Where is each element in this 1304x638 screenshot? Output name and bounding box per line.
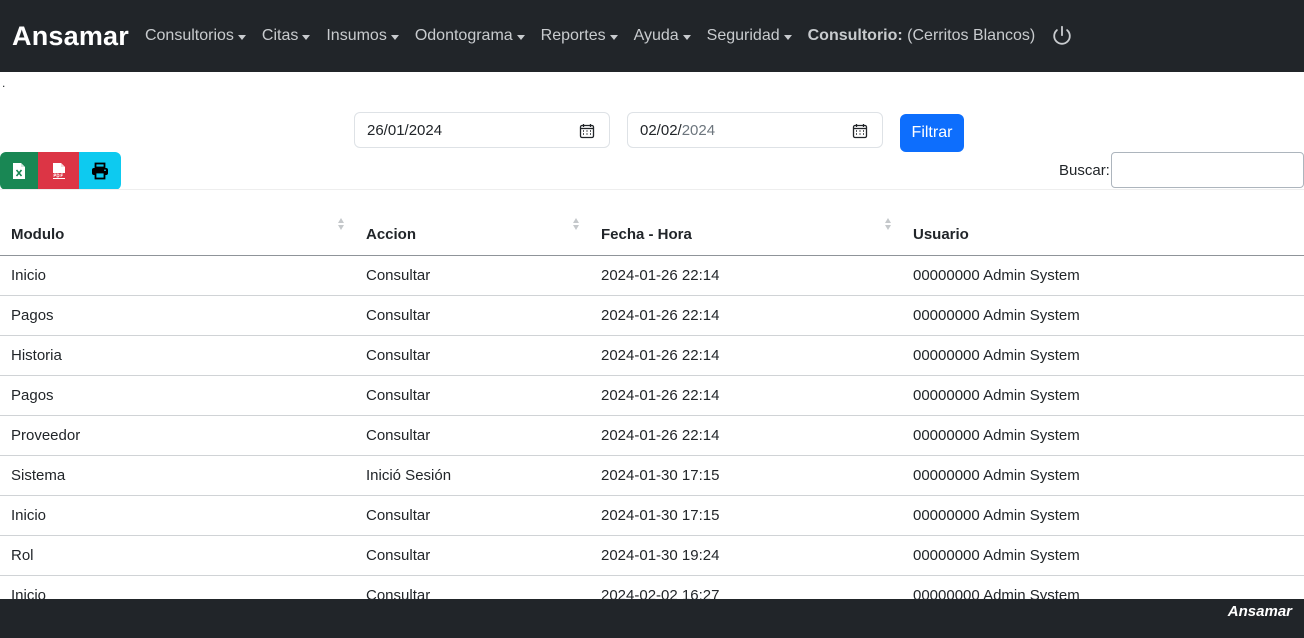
cell-fecha-hora: 2024-01-26 22:14	[601, 347, 720, 364]
calendar-icon[interactable]	[852, 123, 868, 139]
cell-modulo: Pagos	[11, 307, 54, 324]
cell-fecha-hora: 2024-01-26 22:14	[601, 427, 720, 444]
table-row: Pagos Consultar 2024-01-26 22:14 0000000…	[0, 296, 1304, 336]
caret-down-icon	[516, 34, 525, 40]
cell-accion: Consultar	[366, 507, 431, 524]
table-row: Inicio Consultar 2024-01-30 17:15 000000…	[0, 496, 1304, 536]
cell-modulo: Inicio	[11, 507, 47, 524]
cell-accion: Consultar	[366, 387, 431, 404]
menu-label: Insumos	[326, 27, 387, 44]
search-label: Buscar:	[1059, 162, 1110, 179]
stray-dot: .	[2, 76, 6, 90]
table-row: Rol Consultar 2024-01-30 19:24 00000000 …	[0, 536, 1304, 576]
cell-fecha-hora: 2024-01-26 22:14	[601, 387, 720, 404]
sort-icon[interactable]	[884, 216, 892, 232]
menu-reportes[interactable]: Reportes	[541, 27, 618, 45]
cell-fecha-hora: 2024-01-26 22:14	[601, 267, 720, 284]
cell-modulo: Proveedor	[11, 427, 81, 444]
cell-usuario: 00000000 Admin System	[913, 387, 1080, 404]
cell-accion: Consultar	[366, 347, 431, 364]
printer-icon	[92, 162, 108, 180]
menu-label: Odontograma	[414, 27, 513, 44]
cell-modulo: Rol	[11, 547, 34, 564]
caret-down-icon	[783, 34, 792, 40]
column-header-modulo[interactable]: Modulo	[11, 226, 64, 243]
menu-label: Citas	[261, 27, 299, 44]
menu-ayuda[interactable]: Ayuda	[634, 27, 691, 45]
caret-down-icon	[237, 34, 246, 40]
brand-logo[interactable]: Ansamar	[12, 21, 129, 52]
menu-label: Seguridad	[706, 27, 780, 44]
cell-modulo: Sistema	[11, 467, 66, 484]
excel-file-icon	[13, 163, 25, 179]
caret-down-icon	[682, 34, 691, 40]
export-excel-button[interactable]	[0, 152, 38, 190]
cell-modulo: Inicio	[11, 267, 47, 284]
menu-odontograma[interactable]: Odontograma	[415, 27, 525, 45]
cell-fecha-hora: 2024-01-26 22:14	[601, 307, 720, 324]
end-date-day-month: 02/02/	[640, 121, 682, 139]
cell-fecha-hora: 2024-01-30 17:15	[601, 507, 720, 524]
menu-consultorios[interactable]: Consultorios	[145, 27, 246, 45]
cell-usuario: 00000000 Admin System	[913, 267, 1080, 284]
cell-usuario: 00000000 Admin System	[913, 427, 1080, 444]
menu-label: Reportes	[540, 27, 606, 44]
export-pdf-button[interactable]	[38, 152, 79, 190]
print-button[interactable]	[79, 152, 121, 190]
export-button-group	[0, 152, 121, 190]
cell-usuario: 00000000 Admin System	[913, 467, 1080, 484]
cell-accion: Consultar	[366, 547, 431, 564]
table-row: Sistema Inició Sesión 2024-01-30 17:15 0…	[0, 456, 1304, 496]
start-date-value: 26/01/2024	[367, 121, 443, 139]
cell-accion: Inició Sesión	[366, 467, 452, 484]
filter-button[interactable]: Filtrar	[900, 114, 964, 152]
column-header-accion[interactable]: Accion	[366, 226, 416, 243]
consultorio-value: (Cerritos Blancos)	[907, 27, 1036, 44]
column-header-usuario[interactable]: Usuario	[913, 226, 969, 243]
start-date-input[interactable]: 26/01/2024	[354, 112, 610, 148]
consultorio-label: Consultorio:	[807, 27, 903, 44]
cell-accion: Consultar	[366, 307, 431, 324]
calendar-icon[interactable]	[579, 123, 595, 139]
caret-down-icon	[302, 34, 311, 40]
search-input[interactable]	[1111, 152, 1304, 188]
cell-fecha-hora: 2024-01-30 17:15	[601, 467, 720, 484]
cell-usuario: 00000000 Admin System	[913, 547, 1080, 564]
table-row: Inicio Consultar 2024-01-26 22:14 000000…	[0, 256, 1304, 296]
end-date-year: 2024	[681, 121, 716, 139]
cell-accion: Consultar	[366, 427, 431, 444]
menu-insumos[interactable]: Insumos	[326, 27, 399, 45]
power-icon[interactable]	[1051, 24, 1075, 48]
menu-citas[interactable]: Citas	[261, 27, 311, 45]
top-navbar: Ansamar Consultorios Citas Insumos Odont…	[0, 0, 1304, 72]
menu-label: Ayuda	[633, 27, 679, 44]
cell-usuario: 00000000 Admin System	[913, 347, 1080, 364]
cell-fecha-hora: 2024-01-30 19:24	[601, 547, 720, 564]
menu-label: Consultorios	[144, 27, 234, 44]
table-row: Pagos Consultar 2024-01-26 22:14 0000000…	[0, 376, 1304, 416]
caret-down-icon	[609, 34, 618, 40]
cell-usuario: 00000000 Admin System	[913, 307, 1080, 324]
cell-accion: Consultar	[366, 267, 431, 284]
audit-table: Modulo Accion Fecha - Hora Usuario Inici…	[0, 190, 1304, 616]
pdf-file-icon	[51, 163, 66, 179]
sort-icon[interactable]	[572, 216, 580, 232]
cell-modulo: Pagos	[11, 387, 54, 404]
table-row: Proveedor Consultar 2024-01-26 22:14 000…	[0, 416, 1304, 456]
cell-modulo: Historia	[11, 347, 62, 364]
footer-brand: Ansamar	[1227, 603, 1292, 620]
menu-seguridad[interactable]: Seguridad	[707, 27, 792, 45]
footer-bar: Ansamar	[0, 599, 1304, 638]
cell-usuario: 00000000 Admin System	[913, 507, 1080, 524]
end-date-input[interactable]: 02/02/2024	[627, 112, 883, 148]
caret-down-icon	[390, 34, 399, 40]
column-header-fecha-hora[interactable]: Fecha - Hora	[601, 226, 692, 243]
table-header-row: Modulo Accion Fecha - Hora Usuario	[0, 190, 1304, 256]
table-row: Historia Consultar 2024-01-26 22:14 0000…	[0, 336, 1304, 376]
sort-icon[interactable]	[337, 216, 345, 232]
current-consultorio: Consultorio: (Cerritos Blancos)	[808, 27, 1036, 45]
